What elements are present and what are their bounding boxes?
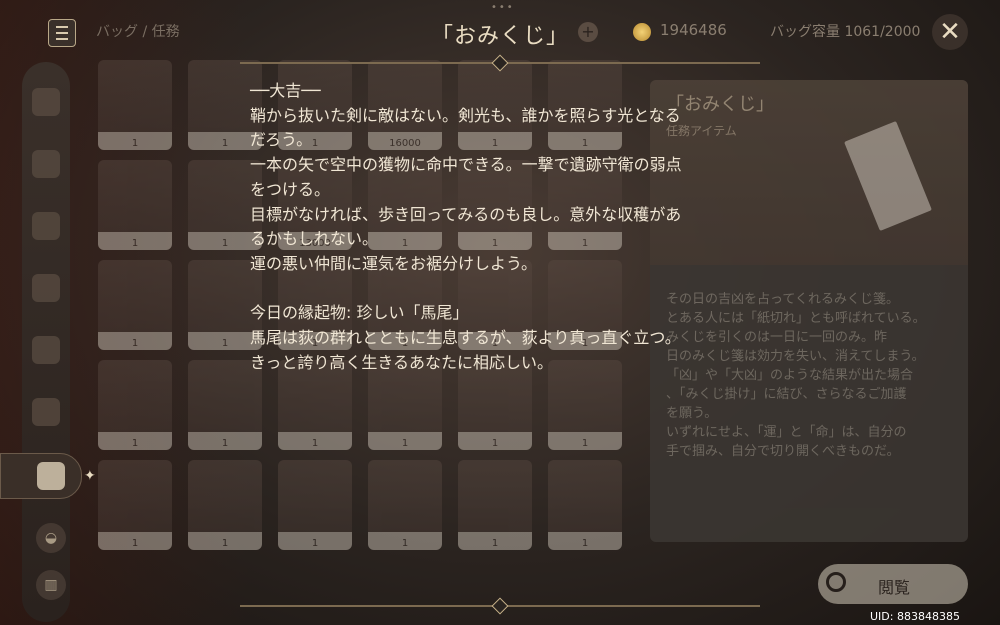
- item-slot[interactable]: 1: [368, 460, 442, 550]
- item-slot[interactable]: 1: [278, 460, 352, 550]
- item-count: 1: [131, 538, 139, 549]
- item-slot[interactable]: 1: [458, 460, 532, 550]
- item-count: 1: [401, 438, 409, 449]
- divider-top: [240, 62, 760, 64]
- close-icon[interactable]: ✕: [932, 14, 968, 50]
- bag-icon[interactable]: ◒: [36, 523, 66, 553]
- divider-bottom: [240, 605, 760, 607]
- item-slot[interactable]: 1: [98, 460, 172, 550]
- item-slot[interactable]: 1: [98, 260, 172, 350]
- detail-line: いずれにせよ、「運」と「命」は、自分の: [666, 425, 907, 440]
- item-count: 1: [131, 238, 139, 249]
- plus-icon[interactable]: +: [578, 22, 598, 42]
- fortune-line: 目標がなければ、歩き回ってみるのも良し。意外な収穫があ: [250, 204, 682, 224]
- item-count: 1: [221, 538, 229, 549]
- fortune-text: ──大吉── 鞘から抜いた剣に敵はない。剣光も、誰かを照らす光となる だろう。 …: [250, 79, 760, 375]
- item-count: 1: [401, 538, 409, 549]
- item-count: 1: [311, 538, 319, 549]
- top-bar: ••• バッグ / 任務 「おみくじ」 + 1946486 バッグ容量 1061…: [0, 0, 1000, 60]
- item-count: 1: [491, 538, 499, 549]
- coin-icon: [633, 23, 651, 41]
- item-count: 1: [581, 438, 589, 449]
- character-category-icon[interactable]: [32, 212, 60, 240]
- weapon-category-icon[interactable]: [32, 88, 60, 116]
- detail-line: 、「みくじ掛け」に結び、さらなるご加護: [666, 387, 907, 402]
- item-count: 1: [581, 538, 589, 549]
- item-count: 1: [131, 138, 139, 149]
- artifact-category-icon[interactable]: [32, 150, 60, 178]
- item-count: 1: [491, 438, 499, 449]
- fortune-line: 運の悪い仲間に運気をお裾分けしよう。: [250, 253, 538, 273]
- item-slot[interactable]: 1: [98, 60, 172, 150]
- currency-amount: 1946486: [660, 21, 727, 39]
- detail-line: 手で掴み、自分で切り開くべきものだ。: [666, 444, 900, 459]
- sparkle-icon: ✦: [84, 468, 96, 484]
- view-button-label: 閲覧: [878, 578, 911, 597]
- item-count: 1: [131, 338, 139, 349]
- fortune-line: るかもしれない。: [250, 229, 379, 249]
- lucky-item: 今日の縁起物: 珍しい「馬尾」: [250, 303, 469, 323]
- detail-line: を願う。: [666, 406, 718, 421]
- gadget-category-icon[interactable]: [32, 398, 60, 426]
- lucky-line: 馬尾は荻の群れとともに生息するが、荻より真っ直ぐ立つ。: [250, 328, 681, 348]
- drag-handle-icon: •••: [491, 2, 515, 13]
- fortune-line: をつける。: [250, 179, 331, 199]
- food-category-icon[interactable]: [32, 274, 60, 302]
- quest-category-icon: [37, 462, 65, 490]
- material-category-icon[interactable]: [32, 336, 60, 364]
- quest-category-tab[interactable]: [0, 453, 82, 499]
- fortune-line: 一本の矢で空中の獲物に命中できる。一撃で遺跡守衛の弱点: [250, 155, 682, 175]
- uid-label: UID: 883848385: [870, 610, 960, 623]
- item-count: 1: [221, 438, 229, 449]
- bag-capacity: バッグ容量 1061/2000: [770, 24, 921, 40]
- fortune-heading: ──大吉──: [250, 81, 321, 100]
- fortune-line: 鞘から抜いた剣に敵はない。剣光も、誰かを照らす光となる: [250, 105, 681, 125]
- item-slot[interactable]: 1: [98, 360, 172, 450]
- fortune-line: だろう。: [250, 130, 313, 150]
- view-icon: [826, 572, 846, 592]
- item-slot[interactable]: 1: [98, 160, 172, 250]
- view-button[interactable]: 閲覧: [818, 564, 968, 604]
- item-slot[interactable]: 1: [548, 460, 622, 550]
- item-slot[interactable]: 1: [188, 460, 262, 550]
- lucky-line: きっと誇り高く生きるあなたに相応しい。: [250, 352, 554, 372]
- item-count: 1: [311, 438, 319, 449]
- item-count: 1: [131, 438, 139, 449]
- trash-icon[interactable]: ▥: [36, 570, 66, 600]
